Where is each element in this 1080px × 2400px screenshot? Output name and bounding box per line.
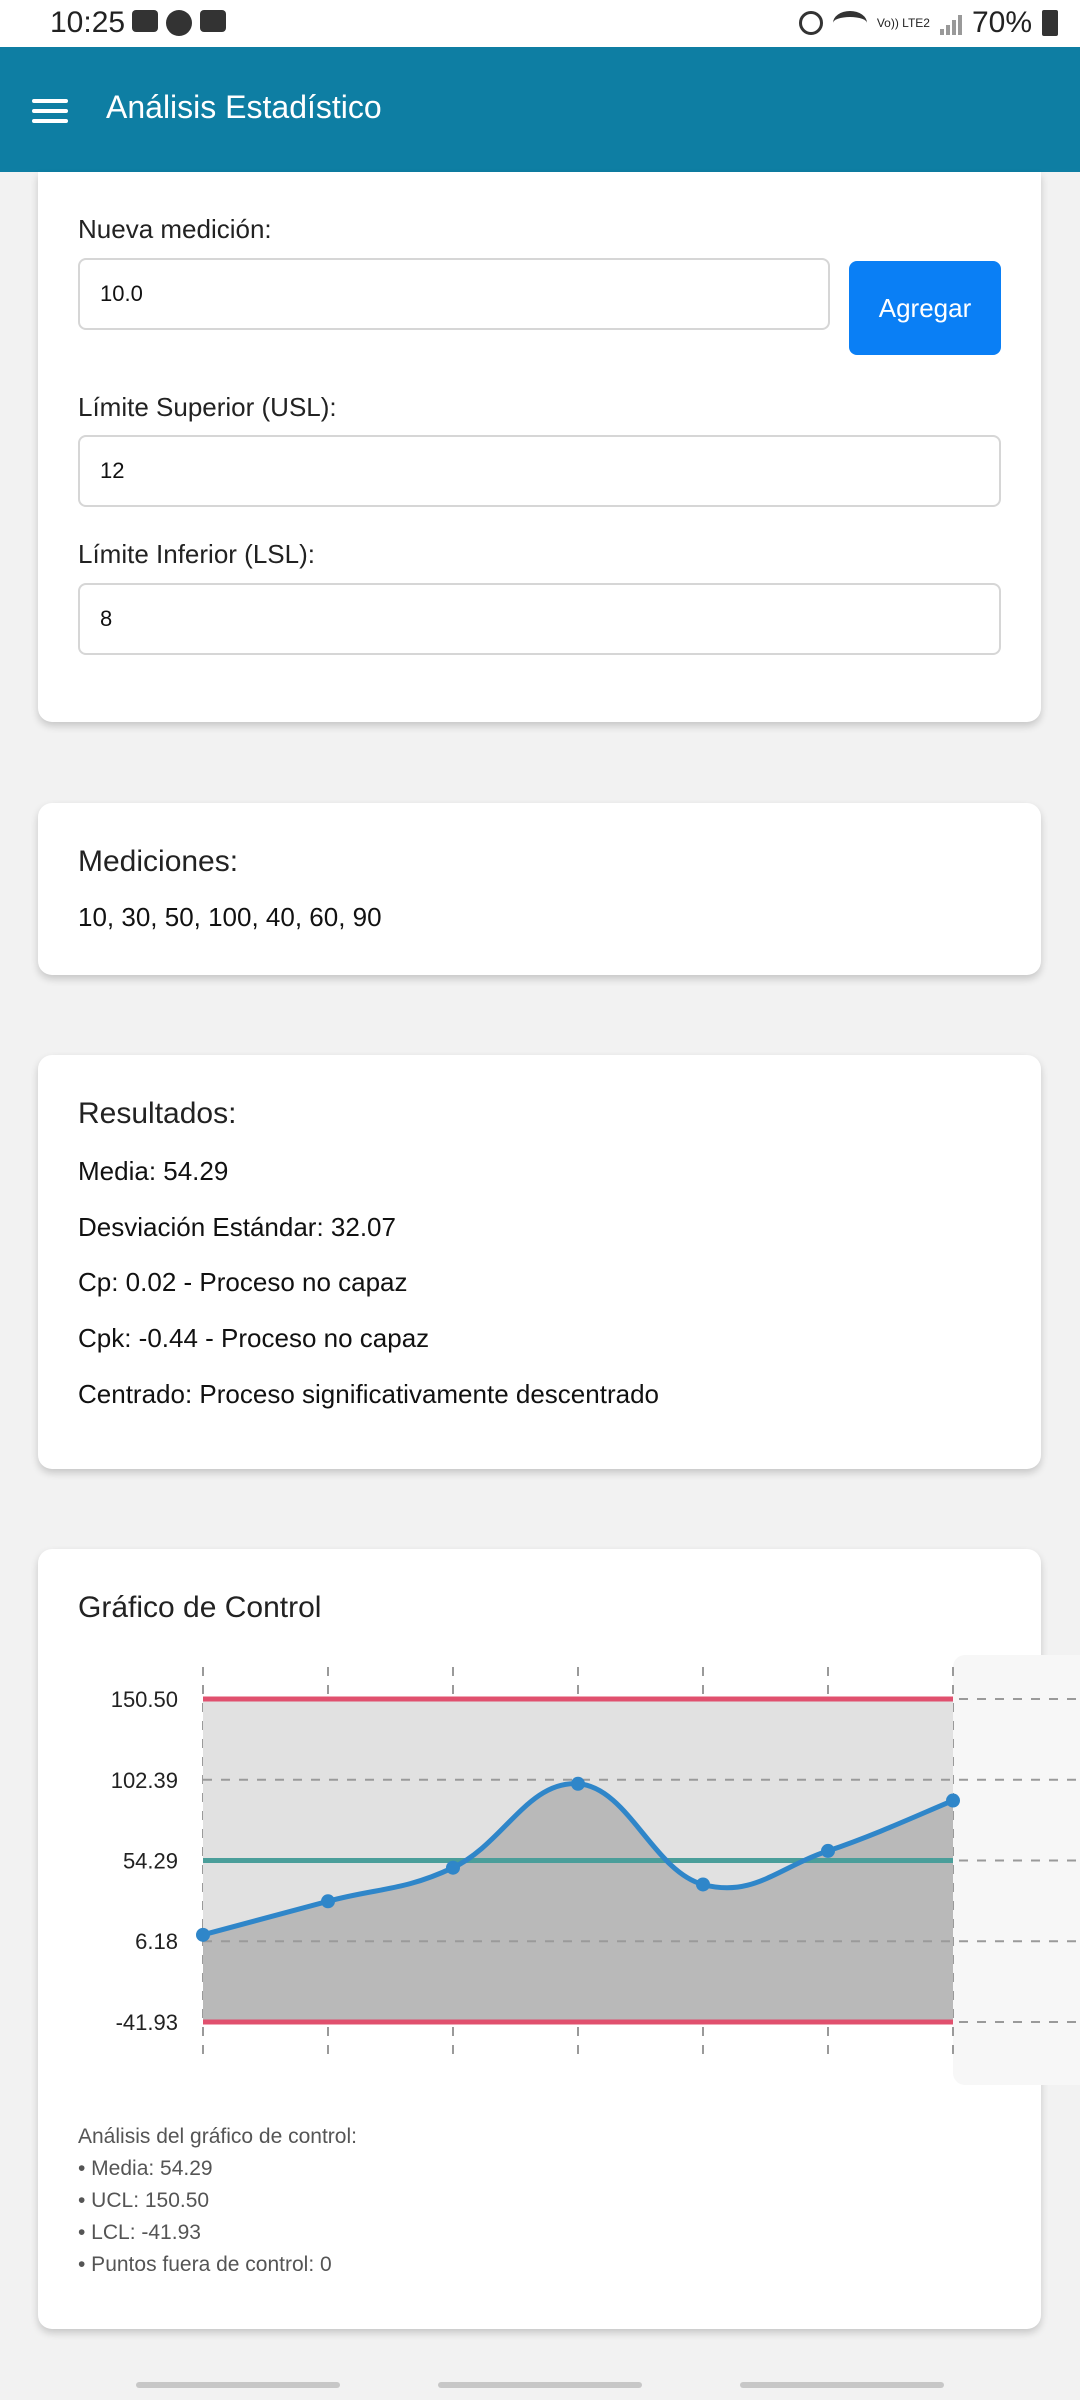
- status-time: 10:25: [50, 6, 126, 39]
- network-label: Vo)) LTE2: [876, 16, 930, 30]
- nav-back-handle[interactable]: [740, 2382, 944, 2388]
- measurements-card: Mediciones: 10, 30, 50, 100, 40, 60, 90: [38, 803, 1041, 975]
- hamburger-menu-icon[interactable]: [32, 99, 68, 123]
- chart-side-panel: [953, 1655, 1080, 2085]
- analysis-ucl: • UCL: 150.50: [78, 2189, 210, 2212]
- status-icons: Vo)) LTE2 70%: [798, 6, 1058, 40]
- app-title: Análisis Estadístico: [106, 89, 382, 125]
- y-tick-label: 150.50: [111, 1687, 178, 1712]
- inputs-card: Nueva medición: 10.0 Agregar Límite Supe…: [38, 172, 1041, 722]
- new-measure-input[interactable]: 10.0: [78, 258, 830, 330]
- lsl-input[interactable]: 8: [78, 583, 1001, 655]
- system-nav-bar: [0, 2360, 1080, 2400]
- battery-percent: 70%: [971, 6, 1032, 39]
- measurements-title: Mediciones:: [78, 845, 239, 878]
- app-notification-icon: [166, 10, 192, 36]
- data-point: [821, 1843, 835, 1858]
- usl-input[interactable]: 12: [78, 435, 1001, 507]
- result-mean: Media: 54.29: [78, 1156, 229, 1186]
- gallery-icon: [200, 10, 226, 32]
- results-card: Resultados: Media: 54.29 Desviación Está…: [38, 1055, 1041, 1469]
- chart-analysis: Análisis del gráfico de control: • Media…: [78, 2121, 357, 2281]
- data-point: [571, 1776, 585, 1791]
- measurements-values: 10, 30, 50, 100, 40, 60, 90: [78, 902, 382, 932]
- usl-label: Límite Superior (USL):: [78, 392, 337, 422]
- status-bar: 10:25 Vo)) LTE2 70%: [0, 0, 1080, 47]
- y-tick-label: -41.93: [116, 2010, 178, 2035]
- result-std: Desviación Estándar: 32.07: [78, 1212, 396, 1242]
- new-measure-label: Nueva medición:: [78, 214, 272, 244]
- chart-title: Gráfico de Control: [78, 1591, 322, 1624]
- battery-icon: [1042, 10, 1058, 36]
- youtube-icon: [132, 10, 158, 32]
- analysis-mean: • Media: 54.29: [78, 2157, 213, 2180]
- data-point: [446, 1860, 460, 1875]
- data-point: [696, 1877, 710, 1892]
- app-bar: Análisis Estadístico: [0, 47, 1080, 172]
- notification-icons: [132, 10, 226, 36]
- add-button[interactable]: Agregar: [849, 261, 1001, 355]
- data-point: [321, 1894, 335, 1909]
- analysis-out-of-control: • Puntos fuera de control: 0: [78, 2253, 332, 2276]
- y-tick-label: 102.39: [111, 1768, 178, 1793]
- y-tick-label: 6.18: [135, 1929, 178, 1954]
- nav-recents-handle[interactable]: [136, 2382, 340, 2388]
- signal-icon: [939, 11, 962, 35]
- result-centering: Centrado: Proceso significativamente des…: [78, 1379, 659, 1409]
- analysis-title: Análisis del gráfico de control:: [78, 2125, 357, 2148]
- alarm-icon: [798, 11, 823, 35]
- result-cp: Cp: 0.02 - Proceso no capaz: [78, 1267, 408, 1297]
- data-point: [196, 1927, 210, 1942]
- y-tick-label: 54.29: [123, 1848, 178, 1873]
- nav-home-handle[interactable]: [438, 2382, 642, 2388]
- control-chart: 150.50 102.39 54.29 6.18 -41.93: [111, 1655, 1080, 2085]
- chart-card: Gráfico de Control 150.50 102.39 54.29 6.18…: [38, 1549, 1080, 2329]
- result-cpk: Cpk: -0.44 - Proceso no capaz: [78, 1323, 430, 1353]
- results-title: Resultados:: [78, 1097, 237, 1130]
- analysis-lcl: • LCL: -41.93: [78, 2221, 201, 2244]
- lsl-label: Límite Inferior (LSL):: [78, 539, 315, 569]
- data-point: [946, 1793, 960, 1808]
- wifi-icon: [832, 11, 867, 35]
